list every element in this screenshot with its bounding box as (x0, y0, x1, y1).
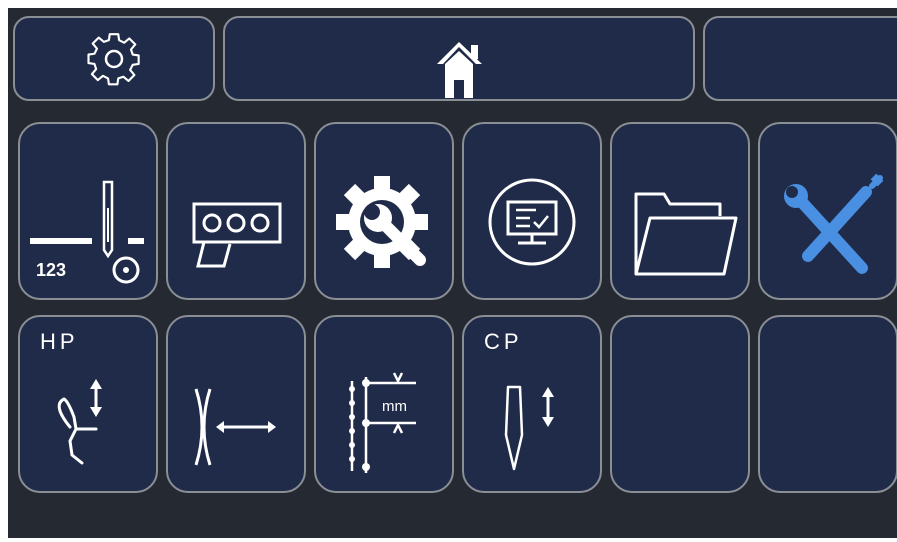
home-button[interactable] (223, 16, 695, 101)
tools-wrench-screwdriver-icon (784, 173, 884, 274)
needle-position-icon (504, 385, 554, 471)
monitor-circle-icon (488, 178, 576, 266)
svg-text:123: 123 (36, 260, 66, 280)
needle-position-button[interactable]: CP (462, 315, 602, 493)
presser-foot-height-icon (57, 379, 102, 465)
pattern-ooo-icon (192, 202, 282, 268)
empty-slot-2[interactable] (758, 315, 897, 493)
width-adjust-button[interactable] (166, 315, 306, 493)
machine-screen: 123 HP mm CP (8, 8, 897, 538)
monitor-button[interactable] (462, 122, 602, 300)
gear-wrench-button[interactable] (314, 122, 454, 300)
empty-slot-1[interactable] (610, 315, 750, 493)
pattern-button[interactable] (166, 122, 306, 300)
folder-open-icon (634, 192, 738, 276)
svg-text:mm: mm (382, 398, 407, 415)
presser-height-button[interactable]: HP (18, 315, 158, 493)
folder-button[interactable] (610, 122, 750, 300)
gear-wrench-icon (336, 176, 428, 268)
gear-outline-icon (87, 33, 140, 86)
extra-button[interactable] (703, 16, 897, 101)
width-adjust-icon (194, 388, 276, 466)
home-icon (437, 42, 482, 98)
stitch-length-mm-icon: mm (349, 372, 416, 473)
settings-button[interactable] (13, 16, 215, 101)
tools-button[interactable] (758, 122, 897, 300)
stitch-length-button[interactable]: mm (314, 315, 454, 493)
needle-count-123-icon: 123 (30, 180, 144, 284)
needle-count-button[interactable]: 123 (18, 122, 158, 300)
